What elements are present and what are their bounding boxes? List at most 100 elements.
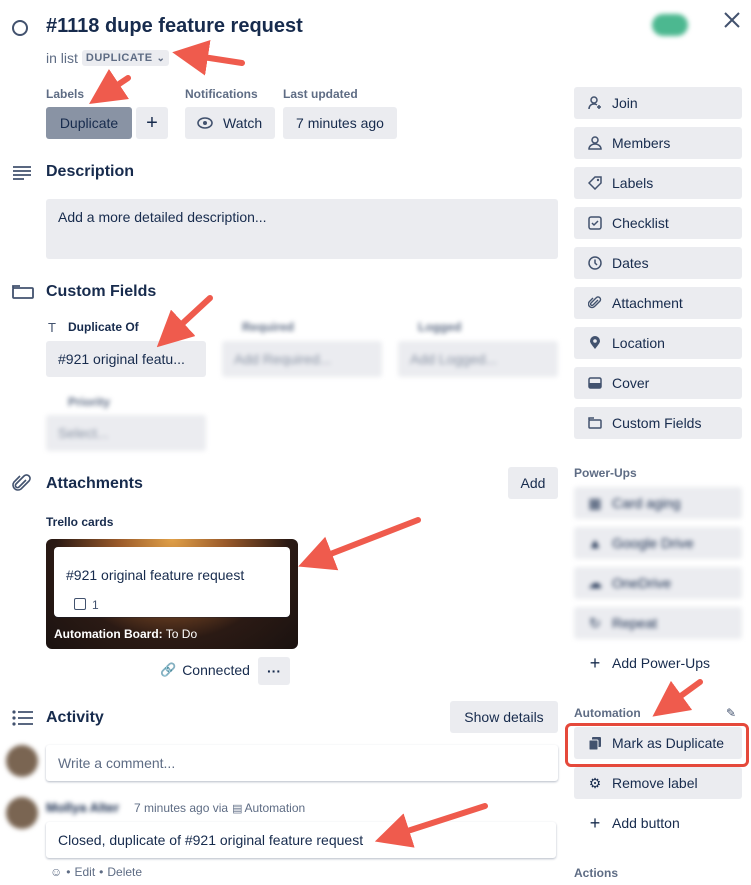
entry-meta: 7 minutes ago via [134,801,229,815]
tag-icon [586,174,604,192]
card-status-circle[interactable] [12,20,28,36]
watch-button[interactable]: Watch [185,107,275,139]
add-button-button[interactable]: + Add button [574,807,742,839]
sidebar-members-label: Members [612,135,671,151]
notifications-heading: Notifications [185,87,258,101]
more-icon: ··· [267,663,281,679]
sep-2: • [99,865,104,879]
sidebar-dates-label: Dates [612,255,649,271]
entry-comment: Closed, duplicate of #921 original featu… [46,822,556,858]
edit-link[interactable]: Edit [74,865,95,879]
delete-link[interactable]: Delete [107,865,142,879]
actions-heading: Actions [574,866,619,880]
entry-avatar[interactable] [6,797,38,829]
comment-placeholder: Write a comment... [58,755,176,771]
description-placeholder: Add a more detailed description... [58,209,267,225]
reaction-icon[interactable]: ☺ [50,865,62,879]
trello-cards-heading: Trello cards [46,515,114,529]
linked-card-title: #921 original feature request [66,567,245,583]
required-field[interactable]: Add Required... [222,341,382,377]
edit-pencil-icon[interactable]: ✎ [726,706,736,720]
powerup-onedrive[interactable]: ☁ OneDrive [574,567,742,599]
add-attachment-button[interactable]: Add [508,467,558,499]
remove-label-label: Remove label [612,775,698,791]
priority-placeholder: Select... [58,425,109,441]
linked-card-preview[interactable]: #921 original feature request 1 Automati… [46,539,298,649]
card-title[interactable]: #1118 dupe feature request [46,15,303,38]
powerup-repeat[interactable]: ↻ Repeat [574,607,742,639]
entry-meta-line: 7 minutes ago via ▤ Automation [134,801,305,815]
arrow-labels [89,69,131,104]
entry-via: Automation [244,801,306,815]
sidebar-cover[interactable]: Cover [574,367,742,399]
attachment-more-button[interactable]: ··· [258,657,290,685]
connected-label: Connected [182,662,250,678]
custom-fields-heading: Custom Fields [46,283,157,300]
label-chip-duplicate[interactable]: Duplicate [46,107,132,139]
powerups-heading: Power-Ups [574,466,637,480]
show-details-button[interactable]: Show details [450,701,558,733]
activity-heading: Activity [46,709,104,726]
add-powerups-label: Add Power-Ups [612,655,711,671]
priority-select[interactable]: Select... [46,415,206,451]
sep-1: • [66,865,71,879]
add-label-button[interactable]: + [136,107,168,139]
link-icon: 🔗 [160,662,177,677]
eye-icon [197,117,213,129]
sidebar-checklist-label: Checklist [612,215,669,231]
copy-icon [586,734,604,752]
duplicate-of-field[interactable]: #921 original featu... [46,341,206,377]
add-attachment-label: Add [520,475,546,491]
add-powerups-button[interactable]: + Add Power-Ups [574,647,742,679]
attachments-heading: Attachments [46,475,143,492]
gear-icon: ⚙ [588,774,602,791]
clock-icon [586,254,604,272]
cover-icon [586,374,604,392]
avatar-top[interactable] [652,14,688,36]
powerup-card-aging[interactable]: ▦ Card aging [574,487,742,519]
paperclip-icon [586,294,604,312]
linked-card[interactable]: #921 original feature request 1 [54,547,290,617]
activity-icon [12,710,34,731]
plus-icon: + [589,652,601,673]
description-input[interactable]: Add a more detailed description... [46,199,558,259]
plus-icon: + [589,812,601,833]
add-button-label: Add button [612,815,680,831]
labels-heading: Labels [46,87,85,101]
board-icon [74,598,86,610]
close-icon[interactable] [722,10,742,30]
powerup-google-drive[interactable]: ▲ Google Drive [574,527,742,559]
custom-fields-icon [12,285,34,304]
sidebar-custom-fields[interactable]: Custom Fields [574,407,742,439]
mark-as-duplicate-button[interactable]: Mark as Duplicate [574,727,742,759]
list-selector[interactable]: DUPLICATE ⌄ [81,50,170,66]
location-pin-icon [586,334,604,352]
custom-fields-icon [586,414,604,432]
list-name: DUPLICATE [85,52,153,64]
linked-card-count: 1 [92,598,99,612]
chevron-down-icon: ⌄ [156,52,166,64]
entry-author[interactable]: Mollya Alter [46,800,119,815]
automation-icon: ▤ [232,802,243,815]
sidebar-labels[interactable]: Labels [574,167,742,199]
description-icon [12,165,32,186]
arrow-linked-card [298,517,421,571]
required-placeholder: Add Required... [234,351,332,367]
remove-label-button[interactable]: ⚙ Remove label [574,767,742,799]
sidebar-cover-label: Cover [612,375,650,391]
sidebar-attachment[interactable]: Attachment [574,287,742,319]
text-type-icon: T [48,320,56,335]
sidebar-join[interactable]: Join [574,87,742,119]
last-updated-value: 7 minutes ago [283,107,397,139]
sidebar-dates[interactable]: Dates [574,247,742,279]
comment-input[interactable]: Write a comment... [46,745,558,781]
sidebar-members[interactable]: Members [574,127,742,159]
sidebar-attachment-label: Attachment [612,295,683,311]
sidebar-location[interactable]: Location [574,327,742,359]
sidebar-checklist[interactable]: Checklist [574,207,742,239]
powerup-icon: ▲ [588,535,602,551]
powerup-repeat-label: Repeat [612,615,658,631]
watch-label: Watch [223,115,263,131]
logged-field[interactable]: Add Logged... [398,341,558,377]
avatar[interactable] [6,745,38,777]
